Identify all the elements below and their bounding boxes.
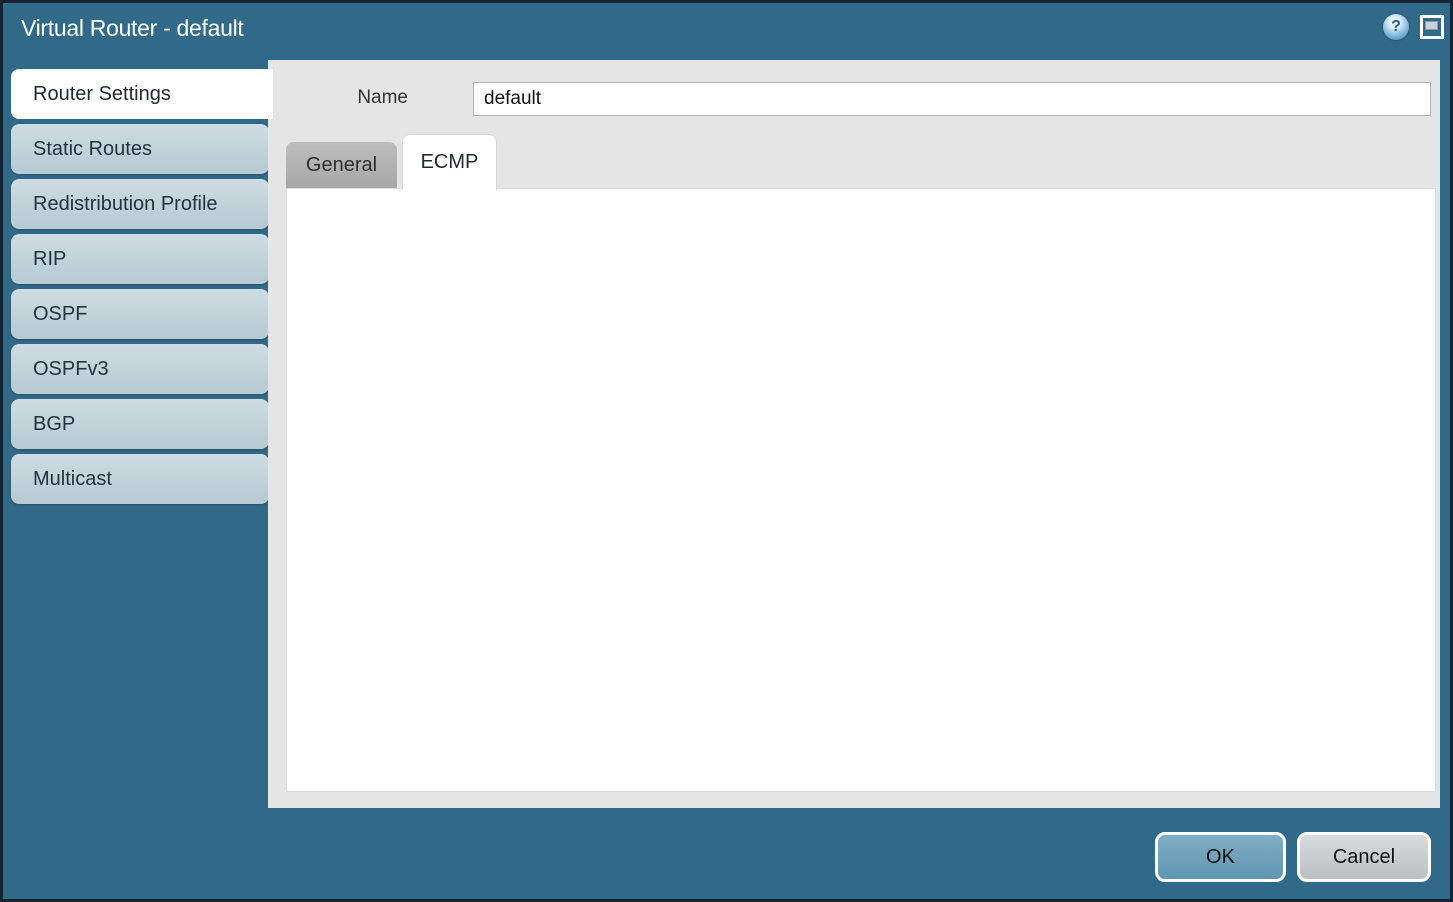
sidebar-item-static-routes[interactable]: Static Routes [11, 124, 269, 174]
ok-button[interactable]: OK [1155, 832, 1286, 882]
sidebar-item-rip[interactable]: RIP [11, 234, 269, 284]
sidebar-item-bgp[interactable]: BGP [11, 399, 269, 449]
sidebar-item-multicast[interactable]: Multicast [11, 454, 269, 504]
sidebar-item-ospf[interactable]: OSPF [11, 289, 269, 339]
dialog-title: Virtual Router - default [21, 15, 244, 42]
window-dock-icon-inner [1425, 21, 1438, 30]
sidebar-item-redistribution-profile[interactable]: Redistribution Profile [11, 179, 269, 229]
tab-ecmp[interactable]: ECMP [402, 134, 497, 190]
ecmp-tab-panel [286, 188, 1436, 792]
window-dock-icon[interactable] [1420, 15, 1444, 39]
tab-general[interactable]: General [286, 142, 397, 189]
virtual-router-dialog: Virtual Router - default ? Router Settin… [0, 0, 1453, 902]
name-label: Name [288, 87, 408, 109]
cancel-button[interactable]: Cancel [1297, 832, 1431, 882]
sidebar-item-router-settings[interactable]: Router Settings [11, 69, 273, 119]
name-input[interactable] [473, 82, 1431, 116]
help-icon[interactable]: ? [1383, 14, 1409, 40]
sidebar-item-ospfv3[interactable]: OSPFv3 [11, 344, 269, 394]
